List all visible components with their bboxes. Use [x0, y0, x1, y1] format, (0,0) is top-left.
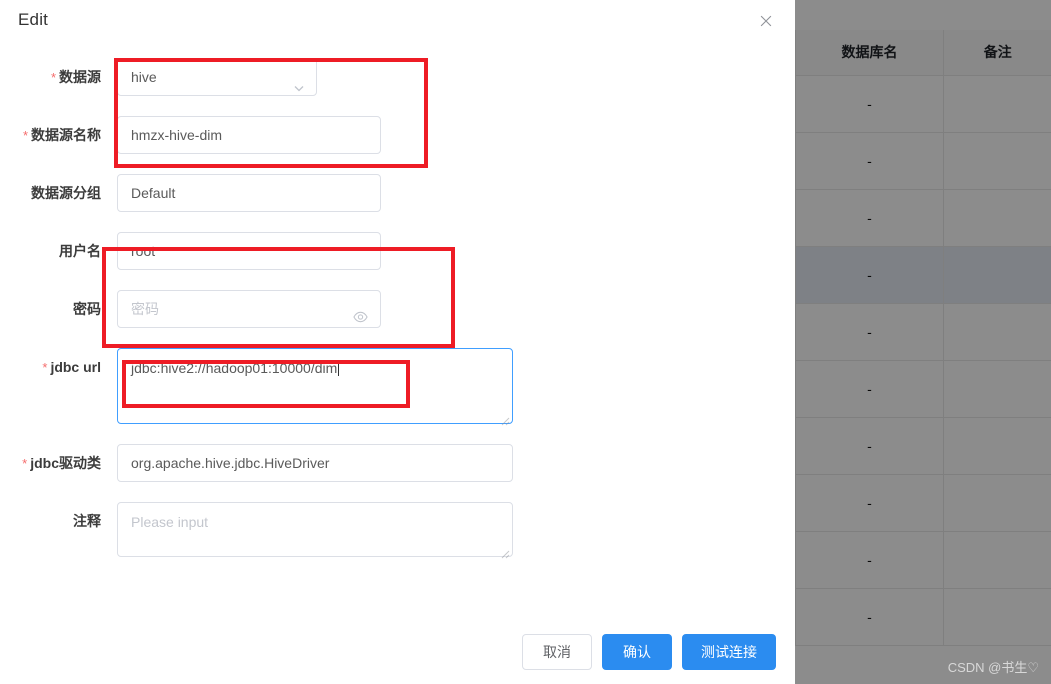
form-row-comment: 注释 Please input	[0, 502, 795, 578]
label-jdbc-url: * jdbc url	[0, 348, 101, 387]
datasource-group-input[interactable]: Default	[117, 174, 381, 212]
eye-icon[interactable]	[353, 302, 368, 323]
close-icon[interactable]	[756, 11, 776, 31]
resize-handle-icon[interactable]	[499, 410, 510, 426]
form-row-datasource: * 数据源 hive	[0, 58, 795, 116]
label-comment: 注释	[0, 502, 101, 540]
field-datasource-group: Default	[117, 174, 381, 212]
field-comment: Please input	[117, 502, 513, 559]
required-star: *	[22, 456, 28, 471]
field-datasource-name: hmzx-hive-dim	[117, 116, 381, 154]
comment-textarea[interactable]: Please input	[117, 502, 513, 559]
form-row-jdbc-url: * jdbc url jdbc:hive2://hadoop01:10000/di…	[0, 348, 795, 444]
form-row-password: 密码 密码	[0, 290, 795, 348]
text-caret	[338, 360, 340, 376]
label-text: jdbc驱动类	[30, 455, 101, 471]
form-row-username: 用户名 root	[0, 232, 795, 290]
test-connection-button[interactable]: 测试连接	[682, 634, 776, 670]
label-text: 数据源分组	[31, 185, 101, 201]
label-text: 数据源	[59, 69, 101, 85]
field-username: root	[117, 232, 381, 270]
label-text: jdbc url	[50, 359, 101, 375]
required-star: *	[22, 128, 28, 143]
label-jdbc-driver: * jdbc驱动类	[0, 444, 101, 483]
label-datasource-name: * 数据源名称	[0, 116, 101, 155]
required-star: *	[42, 360, 48, 375]
field-password: 密码	[117, 290, 381, 328]
label-datasource-group: 数据源分组	[0, 174, 101, 212]
jdbc-driver-input[interactable]: org.apache.hive.jdbc.HiveDriver	[117, 444, 513, 482]
cancel-button[interactable]: 取消	[522, 634, 592, 670]
form-row-datasource-group: 数据源分组 Default	[0, 174, 795, 232]
label-username: 用户名	[0, 232, 101, 270]
label-text: 注释	[73, 513, 101, 529]
watermark: CSDN @书生♡	[947, 660, 1039, 675]
datasource-select-value: hive	[131, 69, 157, 85]
modal-footer: 取消 确认 测试连接	[522, 634, 776, 670]
datasource-select[interactable]: hive	[117, 58, 317, 96]
page-title: Edit	[18, 10, 49, 29]
datasource-form: * 数据源 hive * 数据源名称 hmzx-hive-dim 数据源分组 D…	[0, 58, 795, 578]
field-jdbc-driver: org.apache.hive.jdbc.HiveDriver	[117, 444, 513, 482]
datasource-name-input[interactable]: hmzx-hive-dim	[117, 116, 381, 154]
label-text: 密码	[73, 301, 101, 317]
label-datasource: * 数据源	[0, 58, 101, 97]
chevron-down-icon	[293, 71, 305, 92]
password-placeholder: 密码	[131, 301, 159, 317]
resize-handle-icon[interactable]	[499, 543, 510, 559]
confirm-button[interactable]: 确认	[602, 634, 672, 670]
edit-datasource-modal: Edit * 数据源 hive * 数据源名称 hmzx-hive-dim 数据…	[0, 0, 795, 684]
field-datasource: hive	[117, 58, 317, 96]
required-star: *	[50, 70, 56, 85]
form-row-datasource-name: * 数据源名称 hmzx-hive-dim	[0, 116, 795, 174]
username-input[interactable]: root	[117, 232, 381, 270]
label-text: 数据源名称	[31, 127, 101, 143]
jdbc-url-value: jdbc:hive2://hadoop01:10000/dim	[131, 360, 338, 376]
form-row-jdbc-driver: * jdbc驱动类 org.apache.hive.jdbc.HiveDriver	[0, 444, 795, 502]
label-password: 密码	[0, 290, 101, 328]
label-text: 用户名	[59, 243, 101, 259]
screen: 数据库名 备注 ---------- Edit * 数据源 hive * 数据源…	[0, 0, 1051, 684]
comment-placeholder: Please input	[131, 514, 209, 530]
jdbc-url-textarea[interactable]: jdbc:hive2://hadoop01:10000/dim	[117, 348, 513, 426]
password-input[interactable]: 密码	[117, 290, 381, 328]
field-jdbc-url: jdbc:hive2://hadoop01:10000/dim	[117, 348, 513, 426]
